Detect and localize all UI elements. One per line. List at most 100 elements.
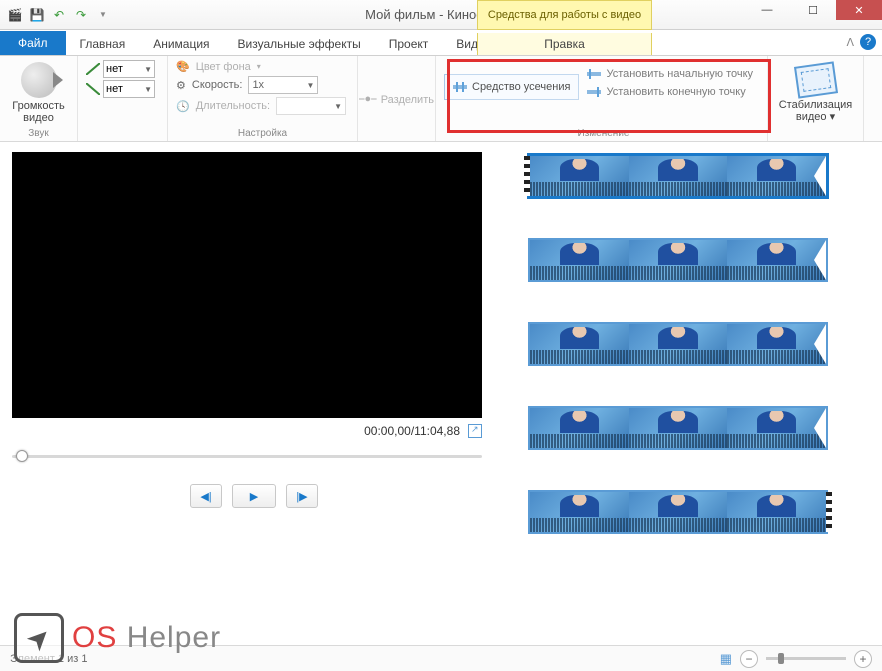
start-point-icon [587,69,601,79]
clip-4[interactable] [528,406,828,450]
undo-icon[interactable]: ↶ [50,6,68,24]
tab-animation[interactable]: Анимация [139,33,223,55]
clip-thumb [530,240,629,280]
zoom-out-button[interactable]: − [740,650,758,668]
time-display: 00:00,00/11:04,88 [364,424,460,438]
chevron-down-icon: ▼ [144,65,152,74]
redo-icon[interactable]: ↷ [72,6,90,24]
app-icon: 🎬 [6,6,24,24]
group-label-settings: Настройка [176,126,349,139]
speed-combo[interactable]: 1x▼ [248,76,318,94]
trim-icon [453,82,467,92]
stabilization-icon[interactable] [793,61,837,98]
set-end-label: Установить конечную точку [606,86,745,98]
zoom-slider[interactable] [766,657,846,660]
tab-file[interactable]: Файл [0,31,66,55]
clip-thumb [629,240,728,280]
set-start-button[interactable]: Установить начальную точку [587,68,753,80]
close-button[interactable]: ✕ [836,0,882,20]
group-label-sound: Звук [28,126,49,139]
bg-color-label: Цвет фона [196,61,251,73]
split-icon: ⎯●⎯ [359,93,377,106]
tab-vfx[interactable]: Визуальные эффекты [224,33,375,55]
clip-arrow-icon [814,324,826,364]
split-group: ⎯●⎯ Разделить [358,56,436,141]
timeline-pane[interactable] [508,142,882,634]
clip-1[interactable] [528,154,828,198]
clip-thumb [727,408,826,448]
main-area: 00:00,00/11:04,88 ◀| ▶ |▶ [0,142,882,634]
ribbon-collapse-icon[interactable]: ᐱ [846,36,854,49]
paint-icon: 🎨 [176,60,190,73]
watermark-text: OS Helper [72,621,221,655]
ribbon-tabs: Файл Главная Анимация Визуальные эффекты… [0,30,882,56]
clip-2[interactable] [528,238,828,282]
titlebar: 🎬 💾 ↶ ↷ ▼ Мой фильм - Киностудия Средств… [0,0,882,30]
clip-thumb [629,156,728,196]
fade-out-combo[interactable]: нет ▼ [103,80,155,98]
stabilization-group: Стабилизация видео ▾ [768,56,864,141]
video-preview[interactable] [12,152,482,418]
context-tab-title: Средства для работы с видео [477,0,652,30]
clip-thumb [629,324,728,364]
fade-in-combo[interactable]: нет ▼ [103,60,155,78]
group-label-edit: Изменение [444,126,763,139]
group-label-sound2 [86,126,159,139]
clip-arrow-icon [814,156,826,196]
set-start-label: Установить начальную точку [606,68,753,80]
time-row: 00:00,00/11:04,88 [12,424,482,438]
trim-label: Средство усечения [472,81,570,93]
chevron-down-icon: ▼ [307,81,315,90]
qat-dropdown-icon[interactable]: ▼ [94,6,112,24]
group-label-stab [814,126,817,139]
fullscreen-icon[interactable] [468,424,482,438]
play-button[interactable]: ▶ [232,484,276,508]
slider-thumb[interactable] [16,450,28,462]
clip-thumb [629,492,728,532]
clip-thumb [727,156,826,196]
fade-out-value: нет [106,83,123,95]
help-area: ᐱ ? [846,34,876,50]
save-icon[interactable]: 💾 [28,6,46,24]
zoom-controls: ▦ − + [720,650,872,668]
tab-edit[interactable]: Правка [477,33,652,55]
zoom-thumb[interactable] [778,653,784,664]
minimize-button[interactable]: — [744,0,790,20]
edit-group: Средство усечения Установить начальную т… [436,56,768,141]
clip-thumb [530,156,629,196]
speed-icon: ⚙ [176,79,186,92]
clip-thumb [530,408,629,448]
zoom-in-button[interactable]: + [854,650,872,668]
clip-arrow-icon [814,240,826,280]
fade-in-icon [86,63,100,75]
clip-arrow-icon [814,408,826,448]
trim-button[interactable]: Средство усечения [444,74,579,100]
tab-project[interactable]: Проект [375,33,443,55]
prev-frame-button[interactable]: ◀| [190,484,222,508]
clip-5[interactable] [528,490,828,534]
tab-home[interactable]: Главная [66,33,140,55]
next-frame-button[interactable]: |▶ [286,484,318,508]
speed-label: Скорость: [192,79,243,91]
volume-icon[interactable] [21,62,57,98]
wm-os: OS [72,621,117,654]
clip-thumb [727,492,826,532]
window-controls: — ☐ ✕ [744,0,882,20]
clip-3[interactable] [528,322,828,366]
thumbnails-icon[interactable]: ▦ [720,651,732,667]
seek-slider[interactable] [12,446,482,466]
set-end-button[interactable]: Установить конечную точку [587,86,753,98]
fade-in-value: нет [106,63,123,75]
help-icon[interactable]: ? [860,34,876,50]
cursor-arrow-icon: ➤ [19,618,59,658]
chevron-down-icon: ▼ [334,102,342,111]
chevron-down-icon: ▼ [144,85,152,94]
fade-out-icon [86,83,100,95]
duration-combo[interactable]: ▼ [276,97,346,115]
stabilization-label[interactable]: Стабилизация видео ▾ [779,99,853,123]
clip-thumb [530,324,629,364]
wm-helper: Helper [117,621,221,654]
split-button[interactable]: ⎯●⎯ Разделить [359,93,434,106]
maximize-button[interactable]: ☐ [790,0,836,20]
chevron-down-icon: ▾ [257,62,261,71]
